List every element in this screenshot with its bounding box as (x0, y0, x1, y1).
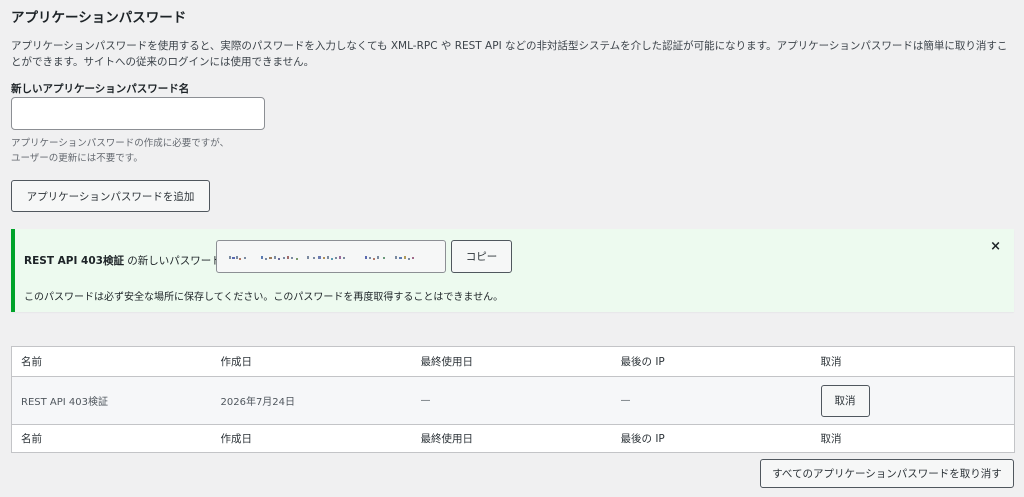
cell-created: 2026年7月24日 (211, 376, 412, 425)
cell-revoke: 取消 (811, 376, 1015, 425)
new-password-field[interactable] (216, 240, 446, 273)
col-header-revoke: 取消 (811, 346, 1015, 377)
new-password-notice: REST API 403検証 の新しいパスワード: コピー × このパスワードは… (11, 229, 1014, 312)
section-description: アプリケーションパスワードを使用すると、実際のパスワードを入力しなくても XML… (11, 40, 1008, 68)
col-footer-revoke: 取消 (811, 424, 1015, 453)
revoke-all-button[interactable]: すべてのアプリケーションパスワードを取り消す (760, 459, 1014, 488)
col-footer-name: 名前 (11, 424, 212, 453)
section-title: アプリケーションパスワード (11, 10, 187, 26)
notice-label-suffix: の新しいパスワード: (123, 255, 226, 267)
blurred-password-pixels (229, 256, 414, 260)
application-passwords-table: 名前 作成日 最終使用日 最後の IP 取消 REST API 403検証 20… (11, 346, 1015, 453)
notice-warning: このパスワードは必ず安全な場所に保存してください。このパスワードを再度取得するこ… (24, 292, 504, 303)
notice-app-name: REST API 403検証 (24, 255, 124, 267)
add-application-password-button[interactable]: アプリケーションパスワードを追加 (11, 180, 210, 212)
table-row: REST API 403検証 2026年7月24日 — — 取消 (11, 376, 1015, 425)
col-footer-last-used: 最終使用日 (411, 424, 612, 453)
help-line-1: アプリケーションパスワードの作成に必要ですが、 (11, 138, 230, 149)
cell-name: REST API 403検証 (11, 376, 212, 425)
cell-last-ip: — (611, 376, 812, 425)
col-header-created: 作成日 (211, 346, 412, 377)
col-header-last-used: 最終使用日 (411, 346, 612, 377)
col-footer-created: 作成日 (211, 424, 412, 453)
cell-last-used: — (411, 376, 612, 425)
table-header-row: 名前 作成日 最終使用日 最後の IP 取消 (11, 346, 1015, 377)
col-header-last-ip: 最後の IP (611, 346, 812, 377)
col-header-name: 名前 (11, 346, 212, 377)
col-footer-last-ip: 最後の IP (611, 424, 812, 453)
field-help-text: アプリケーションパスワードの作成に必要ですが、 ユーザーの更新には不要です。 (11, 137, 229, 166)
table-footer-row: 名前 作成日 最終使用日 最後の IP 取消 (11, 424, 1015, 453)
new-password-name-label: 新しいアプリケーションパスワード名 (11, 83, 190, 95)
new-password-label: REST API 403検証 の新しいパスワード: (24, 253, 225, 268)
help-line-2: ユーザーの更新には不要です。 (11, 152, 143, 164)
new-password-name-input[interactable] (11, 97, 265, 130)
revoke-button[interactable]: 取消 (820, 384, 870, 417)
copy-password-button[interactable]: コピー (451, 240, 512, 273)
close-icon[interactable]: × (990, 239, 1001, 254)
